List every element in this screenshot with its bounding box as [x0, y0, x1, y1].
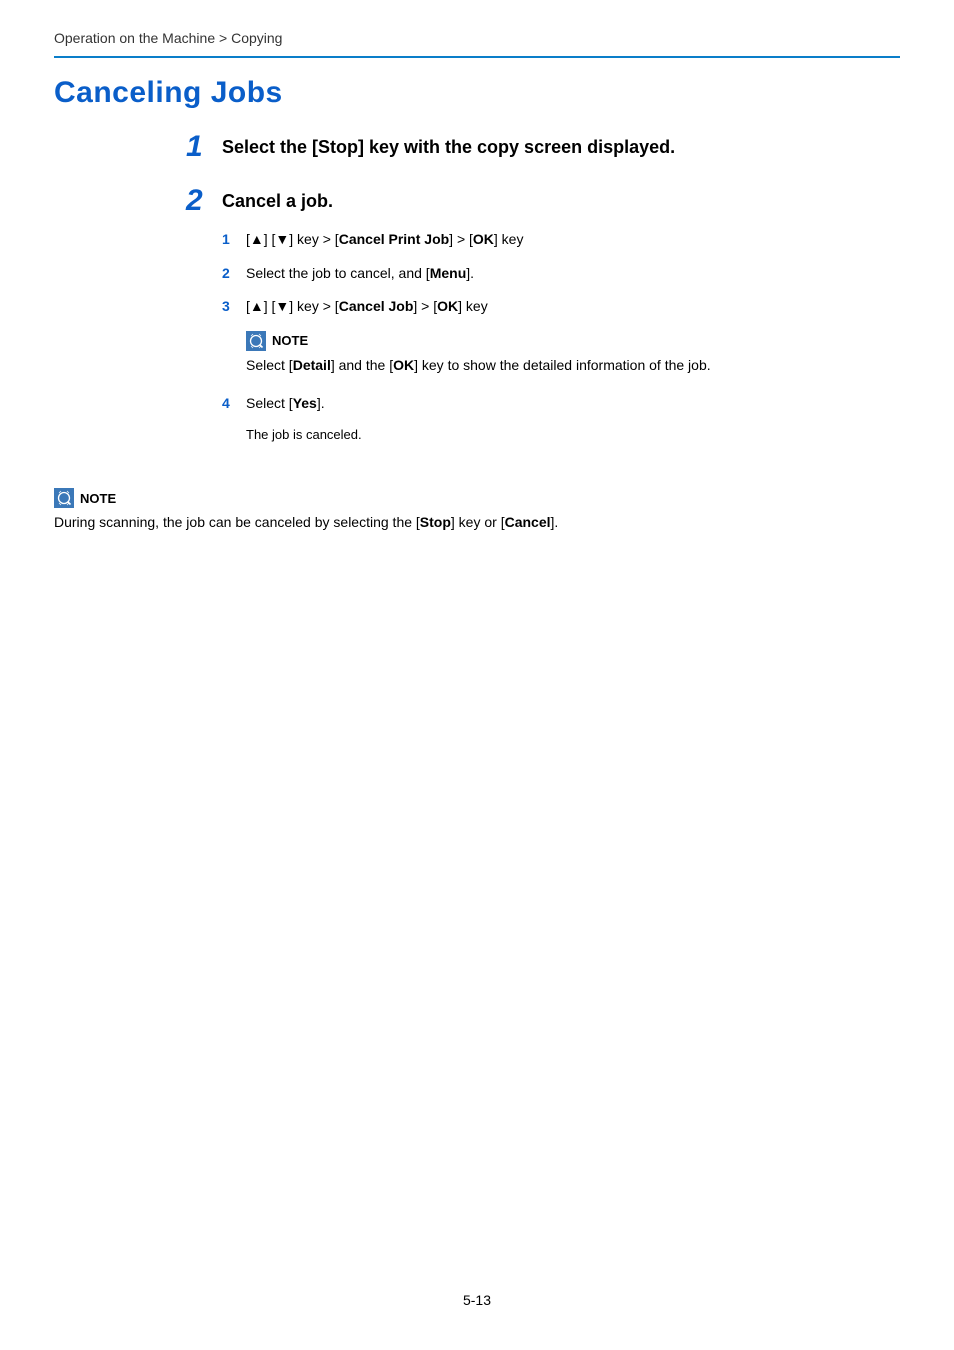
substep-1-mid1: ] [ — [264, 231, 276, 247]
note-outer-text: During scanning, the job can be canceled… — [54, 512, 900, 533]
step-1-number-text: 1 — [186, 130, 203, 163]
note-inner-tail: ] key to show the detailed information o… — [414, 357, 711, 373]
substep-2: 2 Select the job to cancel, and [Menu]. — [222, 264, 900, 284]
note-inner: NOTE Select [Detail] and the [OK] key to… — [246, 331, 900, 376]
substep-1-mid2: ] key > [ — [289, 231, 338, 247]
substep-4: 4 Select [Yes]. — [222, 394, 900, 414]
substep-1-body: [▲] [▼] key > [Cancel Print Job] > [OK] … — [246, 230, 900, 250]
step-1-title: Select the [Stop] key with the copy scre… — [222, 132, 675, 162]
note-outer: NOTE During scanning, the job can be can… — [54, 488, 900, 533]
page-title: Canceling Jobs — [54, 76, 900, 110]
substep-4-body: Select [Yes]. — [246, 394, 900, 414]
note-inner-bold2: OK — [393, 357, 414, 373]
breadcrumb: Operation on the Machine > Copying — [54, 30, 900, 56]
note-inner-lead: Select [ — [246, 357, 293, 373]
substep-4-num: 4 — [222, 394, 246, 414]
note-outer-mid1: ] key or [ — [451, 514, 505, 530]
step-1-number: 1 — [186, 132, 222, 162]
substep-3-bold1: Cancel Job — [339, 298, 414, 314]
note-inner-bold1: Detail — [293, 357, 331, 373]
note-outer-bold1: Stop — [420, 514, 451, 530]
substep-3-tail: ] key — [458, 298, 488, 314]
step-2-number: 2 — [186, 186, 222, 216]
note-outer-lead: During scanning, the job can be canceled… — [54, 514, 420, 530]
substep-4-result: The job is canceled. — [246, 427, 900, 442]
note-outer-label: NOTE — [80, 491, 116, 506]
triangle-down-icon: ▼ — [275, 231, 289, 247]
substep-1-mid3: ] > [ — [449, 231, 473, 247]
note-inner-mid1: ] and the [ — [331, 357, 393, 373]
substep-1-bold2: OK — [473, 231, 494, 247]
divider — [54, 56, 900, 58]
triangle-up-icon: ▲ — [250, 298, 264, 314]
step-2: 2 Cancel a job. — [54, 186, 900, 216]
note-outer-head: NOTE — [54, 488, 900, 508]
substep-1: 1 [▲] [▼] key > [Cancel Print Job] > [OK… — [222, 230, 900, 250]
note-inner-text: Select [Detail] and the [OK] key to show… — [246, 355, 900, 376]
note-icon — [54, 488, 74, 508]
substep-3-mid3: ] > [ — [413, 298, 437, 314]
substep-3-mid1: ] [ — [264, 298, 276, 314]
note-icon — [246, 331, 266, 351]
step-2-substeps: 1 [▲] [▼] key > [Cancel Print Job] > [OK… — [222, 230, 900, 442]
substep-3-body: [▲] [▼] key > [Cancel Job] > [OK] key — [246, 297, 900, 317]
substep-1-tail: ] key — [494, 231, 524, 247]
substep-3-num: 3 — [222, 297, 246, 317]
substep-1-num: 1 — [222, 230, 246, 250]
substep-2-body: Select the job to cancel, and [Menu]. — [246, 264, 900, 284]
note-inner-label: NOTE — [272, 333, 308, 348]
breadcrumb-subsection: Copying — [231, 30, 282, 46]
substep-4-tail: ]. — [317, 395, 325, 411]
substep-2-bold1: Menu — [430, 265, 467, 281]
step-2-number-text: 2 — [186, 184, 203, 217]
substep-2-num: 2 — [222, 264, 246, 284]
substep-3: 3 [▲] [▼] key > [Cancel Job] > [OK] key — [222, 297, 900, 317]
triangle-down-icon: ▼ — [275, 298, 289, 314]
substep-1-bold1: Cancel Print Job — [339, 231, 449, 247]
substep-4-bold1: Yes — [293, 395, 317, 411]
step-1: 1 Select the [Stop] key with the copy sc… — [54, 132, 900, 162]
substep-3-mid2: ] key > [ — [289, 298, 338, 314]
note-inner-head: NOTE — [246, 331, 900, 351]
substep-3-bold2: OK — [437, 298, 458, 314]
breadcrumb-section: Operation on the Machine — [54, 30, 215, 46]
substep-2-lead: Select the job to cancel, and [ — [246, 265, 430, 281]
substep-4-lead: Select [ — [246, 395, 293, 411]
breadcrumb-sep: > — [215, 30, 231, 46]
step-2-title: Cancel a job. — [222, 186, 333, 216]
note-outer-bold2: Cancel — [505, 514, 551, 530]
note-outer-tail: ]. — [551, 514, 559, 530]
substep-2-tail: ]. — [466, 265, 474, 281]
triangle-up-icon: ▲ — [250, 231, 264, 247]
page-number: 5-13 — [0, 1292, 954, 1308]
